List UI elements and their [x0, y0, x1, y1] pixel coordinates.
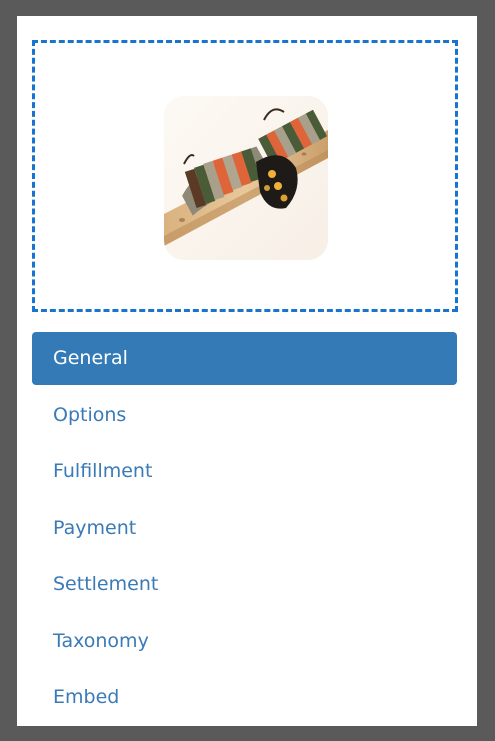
- product-panel: General Options Fulfillment Payment Sett…: [17, 16, 477, 726]
- nav-item-embed[interactable]: Embed: [32, 671, 457, 724]
- image-upload-dropzone[interactable]: [32, 40, 458, 312]
- nav-item-payment[interactable]: Payment: [32, 502, 457, 555]
- nav-item-settlement[interactable]: Settlement: [32, 558, 457, 611]
- nav-item-options[interactable]: Options: [32, 389, 457, 442]
- nav-item-taxonomy[interactable]: Taxonomy: [32, 615, 457, 668]
- settings-nav: General Options Fulfillment Payment Sett…: [32, 332, 457, 728]
- product-image[interactable]: [164, 96, 328, 260]
- nav-item-fulfillment[interactable]: Fulfillment: [32, 445, 457, 498]
- nav-item-general[interactable]: General: [32, 332, 457, 385]
